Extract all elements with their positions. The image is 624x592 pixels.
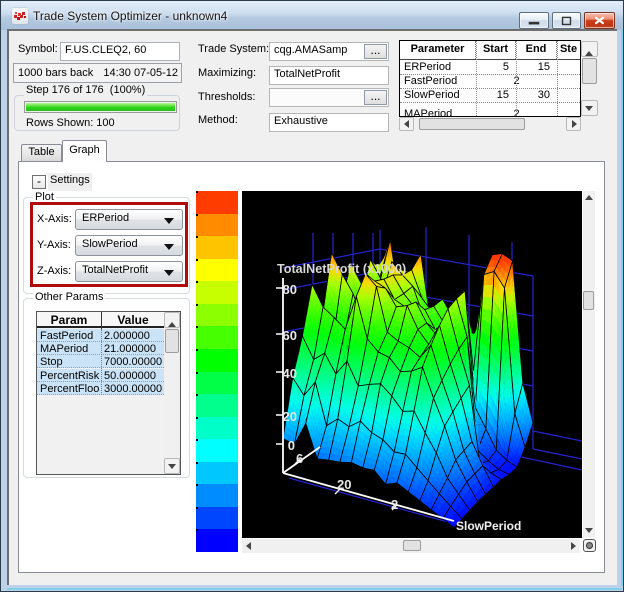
svg-text:6: 6 [296, 451, 303, 466]
svg-text:SlowPeriod: SlowPeriod [456, 519, 521, 533]
svg-text:TotalNetProfit (x1000): TotalNetProfit (x1000) [277, 262, 406, 276]
svg-text:80: 80 [283, 282, 297, 297]
svg-text:20: 20 [337, 477, 351, 492]
svg-text:60: 60 [283, 328, 297, 343]
svg-text:0: 0 [288, 438, 295, 453]
svg-text:2: 2 [391, 497, 398, 512]
svg-text:40: 40 [283, 366, 297, 381]
svg-text:20: 20 [283, 409, 297, 424]
